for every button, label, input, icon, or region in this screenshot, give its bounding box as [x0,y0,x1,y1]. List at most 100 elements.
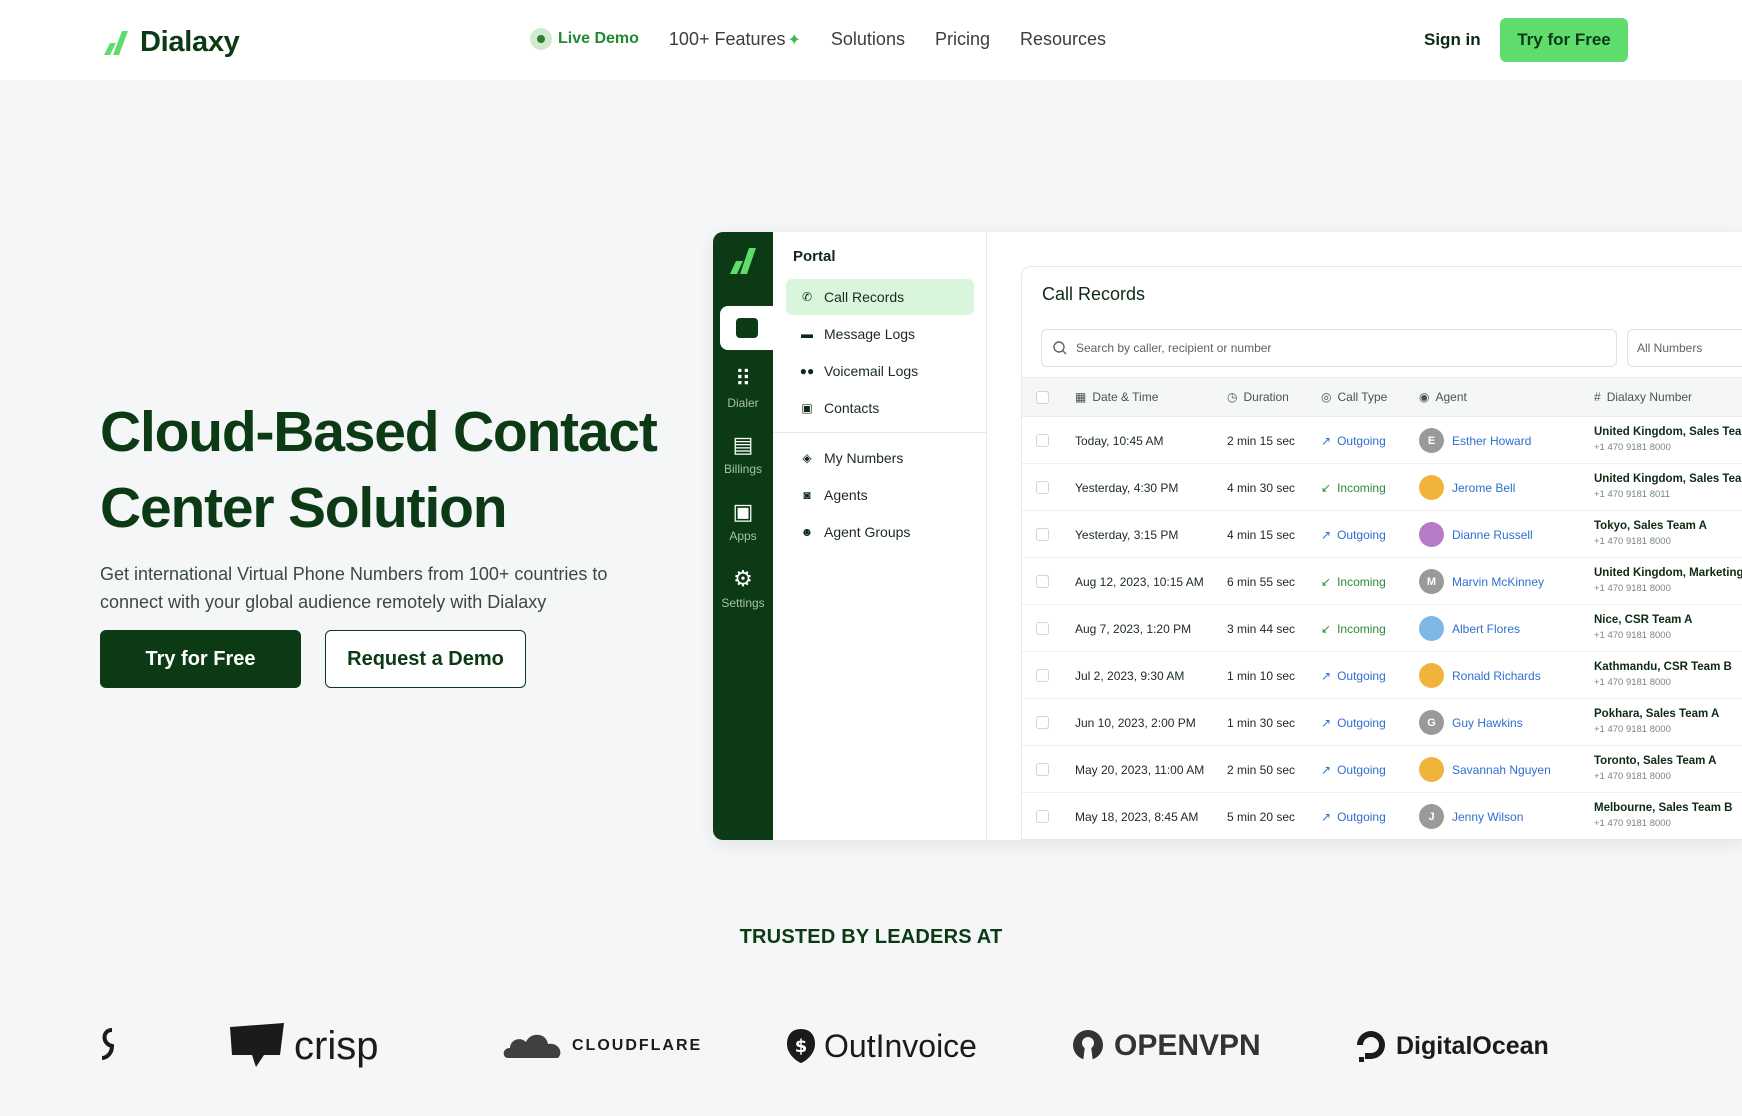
dialaxy-logo-icon [104,30,128,55]
row-agent[interactable]: Savannah Nguyen [1419,757,1551,782]
sign-in-link[interactable]: Sign in [1424,30,1481,50]
row-checkbox[interactable] [1036,528,1049,541]
row-agent[interactable]: E Esther Howard [1419,428,1531,453]
table-row[interactable]: May 20, 2023, 11:00 AM 2 min 50 sec ↗ Outgo… [1022,746,1742,793]
row-agent-name: Esther Howard [1452,433,1532,448]
rail-item-billings[interactable]: ▤ Billings [713,432,773,476]
group-icon: ☻ [800,525,814,539]
row-date: Jun 10, 2023, 2:00 PM [1075,716,1196,730]
arrow-up-right-icon: ↗ [1321,763,1332,777]
openvpn-icon [1073,1030,1103,1062]
contacts-icon: ▣ [801,401,813,415]
table-row[interactable]: Yesterday, 3:15 PM 4 min 15 sec ↗ Outgoing D… [1022,511,1742,558]
hero-subtitle-line2: connect with your global audience remote… [100,592,547,612]
gear-icon: ⚙ [733,566,753,591]
col-call-type[interactable]: ◎ Call Type [1321,390,1387,404]
row-checkbox[interactable] [1036,575,1049,588]
row-duration: 5 min 20 sec [1227,810,1296,824]
arrow-up-right-icon: ↗ [1321,434,1332,448]
arrow-down-left-icon: ↙ [1321,481,1332,495]
table-row[interactable]: Yesterday, 4:30 PM 4 min 30 sec ↙ Incoming J… [1022,464,1742,511]
request-demo-button[interactable]: Request a Demo [325,630,526,688]
rail-item-portal[interactable] [720,306,773,350]
table-row[interactable]: Jun 10, 2023, 2:00 PM 1 min 30 sec ↗ Outgoi… [1022,699,1742,746]
table-row[interactable]: May 18, 2023, 8:45 AM 5 min 20 sec ↗ Outgoi… [1022,793,1742,839]
row-checkbox[interactable] [1036,716,1049,729]
sidebar-item-my-numbers[interactable]: ◈ My Numbers [786,440,974,476]
row-agent[interactable]: Dianne Russell [1419,522,1533,547]
nav-solutions[interactable]: Solutions [831,29,905,50]
row-call-type-label: Outgoing [1337,434,1386,448]
row-checkbox[interactable] [1036,622,1049,635]
col-date-label: Date & Time [1092,390,1159,404]
try-free-button[interactable]: Try for Free [100,630,301,688]
col-date[interactable]: ▦ Date & Time [1075,390,1158,404]
sidebar-item-label: Agents [824,487,868,503]
rail-item-apps[interactable]: ▣ Apps [713,499,773,543]
nav-features[interactable]: 100+ Features ✦ [669,29,801,50]
row-checkbox[interactable] [1036,669,1049,682]
table-header: ▦ Date & Time ◷ Duration ◎ Call Type ◉ Agent… [1022,377,1742,417]
row-phone: +1 470 9181 8011 [1594,489,1671,500]
row-agent[interactable]: Jerome Bell [1419,475,1515,500]
table-row[interactable]: Aug 12, 2023, 10:15 AM 6 min 55 sec ↙ Incom… [1022,558,1742,605]
cloudflare-logo: CLOUDFLARE [502,1016,702,1076]
row-checkbox[interactable] [1036,763,1049,776]
search-input[interactable]: Search by caller, recipient or number [1041,329,1617,367]
voicemail-icon: ●● [799,364,815,378]
row-agent[interactable]: M Marvin McKinney [1419,569,1544,594]
row-agent[interactable]: J Jenny Wilson [1419,804,1523,829]
crisp-logo: crisp [228,1016,378,1076]
sidebar-item-contacts[interactable]: ▣ Contacts [786,390,974,426]
number-filter-select[interactable]: All Numbers [1627,329,1742,367]
arrow-down-left-icon: ↙ [1321,575,1332,589]
sidebar-item-voicemail-logs[interactable]: ●● Voicemail Logs [786,353,974,389]
sidebar-divider [773,432,987,433]
brand-logo[interactable]: Dialaxy [102,26,240,59]
row-checkbox[interactable] [1036,481,1049,494]
row-call-type: ↗ Outgoing [1321,716,1386,730]
nav-resources[interactable]: Resources [1020,29,1106,50]
outinvoice-logo: $ OutInvoice [786,1016,977,1076]
sidebar-item-call-records[interactable]: ✆ Call Records [786,279,974,315]
sidebar-item-label: Contacts [824,400,880,416]
row-call-type: ↗ Outgoing [1321,810,1386,824]
row-agent-name: Ronald Richards [1452,668,1541,683]
sidebar-item-label: My Numbers [824,450,904,466]
row-team: Toronto, Sales Team A [1594,755,1717,767]
sidebar-item-label: Message Logs [824,326,916,342]
app-icon-rail: ⠿ Dialer ▤ Billings ▣ Apps ⚙ Settings [713,232,773,840]
col-duration[interactable]: ◷ Duration [1227,390,1289,404]
sidebar-item-agent-groups[interactable]: ☻ Agent Groups [786,514,974,550]
row-checkbox[interactable] [1036,810,1049,823]
row-call-type: ↗ Outgoing [1321,434,1386,448]
rail-item-settings[interactable]: ⚙ Settings [713,566,773,610]
partial-logo-icon [100,1016,114,1076]
row-call-type: ↙ Incoming [1321,575,1386,589]
row-agent[interactable]: Ronald Richards [1419,663,1541,688]
table-row[interactable]: Today, 10:45 AM 2 min 15 sec ↗ Outgoing E Est… [1022,417,1742,464]
hash-icon: # [1594,390,1601,404]
col-agent[interactable]: ◉ Agent [1419,390,1467,404]
avatar: J [1419,804,1444,829]
row-agent[interactable]: Albert Flores [1419,616,1520,641]
rail-item-dialer[interactable]: ⠿ Dialer [713,366,773,410]
avatar: M [1419,569,1444,594]
row-agent[interactable]: G Guy Hawkins [1419,710,1523,735]
col-dialaxy-number[interactable]: # Dialaxy Number [1594,390,1692,404]
row-checkbox[interactable] [1036,434,1049,447]
call-records-panel: Call Records Search by caller, recipient… [1021,266,1742,840]
try-free-nav-button[interactable]: Try for Free [1500,18,1628,62]
row-phone: +1 470 9181 8000 [1594,818,1671,829]
row-date: Jul 2, 2023, 9:30 AM [1075,669,1185,683]
row-dialaxy-number: Kathmandu, CSR Team B +1 470 9181 8000 [1594,660,1732,690]
select-all-checkbox[interactable] [1036,391,1049,404]
sidebar-item-message-logs[interactable]: ▬ Message Logs [786,316,974,352]
nav-pricing[interactable]: Pricing [935,29,990,50]
table-row[interactable]: Jul 2, 2023, 9:30 AM 1 min 10 sec ↗ Outgoin… [1022,652,1742,699]
table-row[interactable]: Aug 7, 2023, 1:20 PM 3 min 44 sec ↙ Incomin… [1022,605,1742,652]
nav-live-demo[interactable]: Live Demo [530,28,639,50]
sidebar-item-agents[interactable]: ◙ Agents [786,477,974,513]
row-call-type: ↗ Outgoing [1321,528,1386,542]
avatar [1419,616,1444,641]
